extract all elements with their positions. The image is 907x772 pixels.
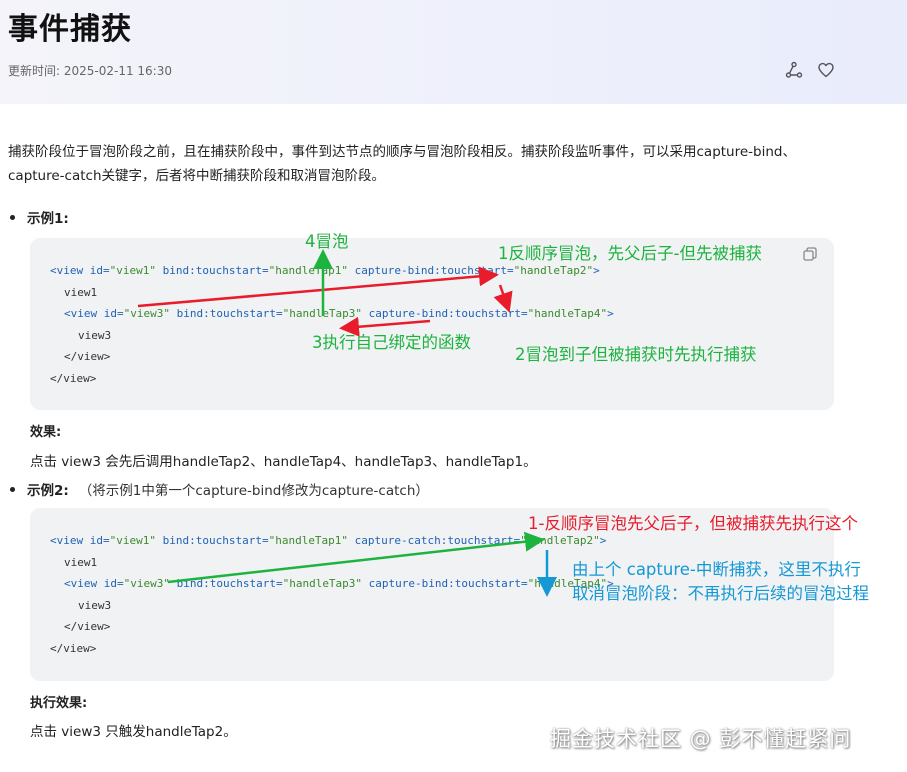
annotation-ex2-stop: 由上个 capture-中断捕获，这里不执行	[572, 560, 861, 579]
example1-label: 示例1:	[27, 211, 69, 227]
annotation-ex2-reverse: 1-反顺序冒泡先父后子，但被捕获先执行这个	[528, 514, 858, 533]
bullet-dot	[10, 487, 15, 492]
code-line: view1	[64, 286, 98, 299]
code-line: view1	[64, 556, 98, 569]
intro-paragraph: 捕获阶段位于冒泡阶段之前，且在捕获阶段中，事件到达节点的顺序与冒泡阶段相反。捕获…	[8, 144, 796, 184]
code-line: </view>	[50, 642, 97, 655]
example1-heading: 示例1:	[10, 207, 69, 227]
share-icon[interactable]	[785, 61, 803, 79]
example1-effect-label: 效果:	[30, 425, 62, 440]
copy-icon[interactable]	[802, 246, 818, 262]
example1-effect-text: 点击 view3 会先后调用handleTap2、handleTap4、hand…	[30, 454, 537, 470]
update-time: 更新时间: 2025-02-11 16:30	[8, 64, 172, 78]
annotation-bubble4: 4冒泡	[305, 232, 349, 251]
code-line: </view>	[64, 350, 111, 363]
code-line: </view>	[64, 620, 111, 633]
example2-effect-text: 点击 view3 只触发handleTap2。	[30, 724, 237, 740]
code-line: <view id="view1" bind:touchstart="handle…	[50, 534, 607, 547]
example2-effect-label: 执行效果:	[30, 696, 88, 711]
heart-icon[interactable]	[817, 61, 835, 79]
watermark: 掘金技术社区 @ 彭不懂赶紧问	[550, 727, 852, 751]
example2-note: （将示例1中第一个capture-bind修改为capture-catch）	[78, 483, 429, 499]
example2-heading: 示例2: （将示例1中第一个capture-bind修改为capture-catc…	[10, 479, 429, 499]
page-title: 事件捕获	[8, 12, 132, 47]
code-line: <view id="view3" bind:touchstart="handle…	[64, 307, 614, 320]
code-line: view3	[78, 599, 112, 612]
annotation-reverse1: 1反顺序冒泡，先父后子-但先被捕获	[498, 244, 762, 263]
example2-label: 示例2:	[27, 483, 69, 499]
code-line: <view id="view3" bind:touchstart="handle…	[64, 577, 614, 590]
page-header: 事件捕获 更新时间: 2025-02-11 16:30	[0, 0, 907, 104]
bullet-dot	[10, 215, 15, 220]
annotation-ex2-cancel: 取消冒泡阶段：不再执行后续的冒泡过程	[572, 584, 869, 603]
annotation-bubble2: 2冒泡到子但被捕获时先执行捕获	[515, 345, 757, 364]
annotation-self3: 3执行自己绑定的函数	[312, 333, 471, 352]
code-line: </view>	[50, 372, 97, 385]
code-line: <view id="view1" bind:touchstart="handle…	[50, 264, 600, 277]
code-line: view3	[78, 329, 112, 342]
